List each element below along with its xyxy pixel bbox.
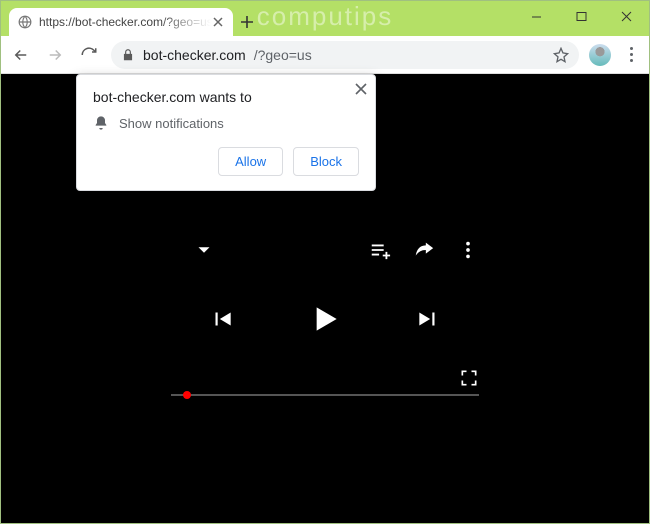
notification-prompt: bot-checker.com wants to Show notificati…: [76, 74, 376, 191]
play-icon[interactable]: [305, 299, 345, 339]
more-vert-icon[interactable]: [457, 239, 479, 261]
back-button[interactable]: [9, 43, 33, 67]
previous-track-icon[interactable]: [209, 306, 235, 332]
browser-toolbar: bot-checker.com /?geo=us: [1, 36, 649, 74]
lock-icon: [121, 48, 135, 62]
watermark: computips: [257, 1, 394, 32]
bell-icon: [93, 115, 109, 131]
address-bar[interactable]: bot-checker.com /?geo=us: [111, 41, 579, 69]
prompt-origin-text: bot-checker.com wants to: [93, 89, 359, 105]
tab-title: https://bot-checker.com/?geo=us: [39, 15, 211, 29]
close-prompt-icon[interactable]: [355, 83, 367, 95]
allow-button[interactable]: Allow: [218, 147, 283, 176]
fullscreen-icon[interactable]: [459, 368, 479, 388]
share-icon[interactable]: [413, 239, 435, 261]
prompt-permission-text: Show notifications: [119, 116, 224, 131]
maximize-button[interactable]: [559, 1, 604, 31]
reload-button[interactable]: [77, 43, 101, 67]
titlebar: computips https://bot-checker.com/?geo=u…: [1, 1, 649, 36]
block-button[interactable]: Block: [293, 147, 359, 176]
minimize-button[interactable]: [514, 1, 559, 31]
url-path: /?geo=us: [254, 47, 312, 63]
progress-scrubber[interactable]: [183, 391, 191, 399]
browser-menu-button[interactable]: [621, 47, 641, 62]
bookmark-star-icon[interactable]: [553, 47, 569, 63]
globe-icon: [17, 14, 33, 30]
new-tab-button[interactable]: [233, 8, 261, 36]
page-content: bot-checker.com wants to Show notificati…: [1, 74, 649, 523]
url-host: bot-checker.com: [143, 47, 246, 63]
forward-button[interactable]: [43, 43, 67, 67]
browser-tab[interactable]: https://bot-checker.com/?geo=us: [9, 8, 233, 36]
video-player: [1, 239, 649, 396]
profile-avatar[interactable]: [589, 44, 611, 66]
close-tab-icon[interactable]: [211, 15, 225, 29]
progress-bar[interactable]: [171, 394, 479, 396]
collapse-icon[interactable]: [193, 239, 215, 261]
window-controls: [514, 1, 649, 31]
close-window-button[interactable]: [604, 1, 649, 31]
next-track-icon[interactable]: [415, 306, 441, 332]
playlist-add-icon[interactable]: [369, 239, 391, 261]
